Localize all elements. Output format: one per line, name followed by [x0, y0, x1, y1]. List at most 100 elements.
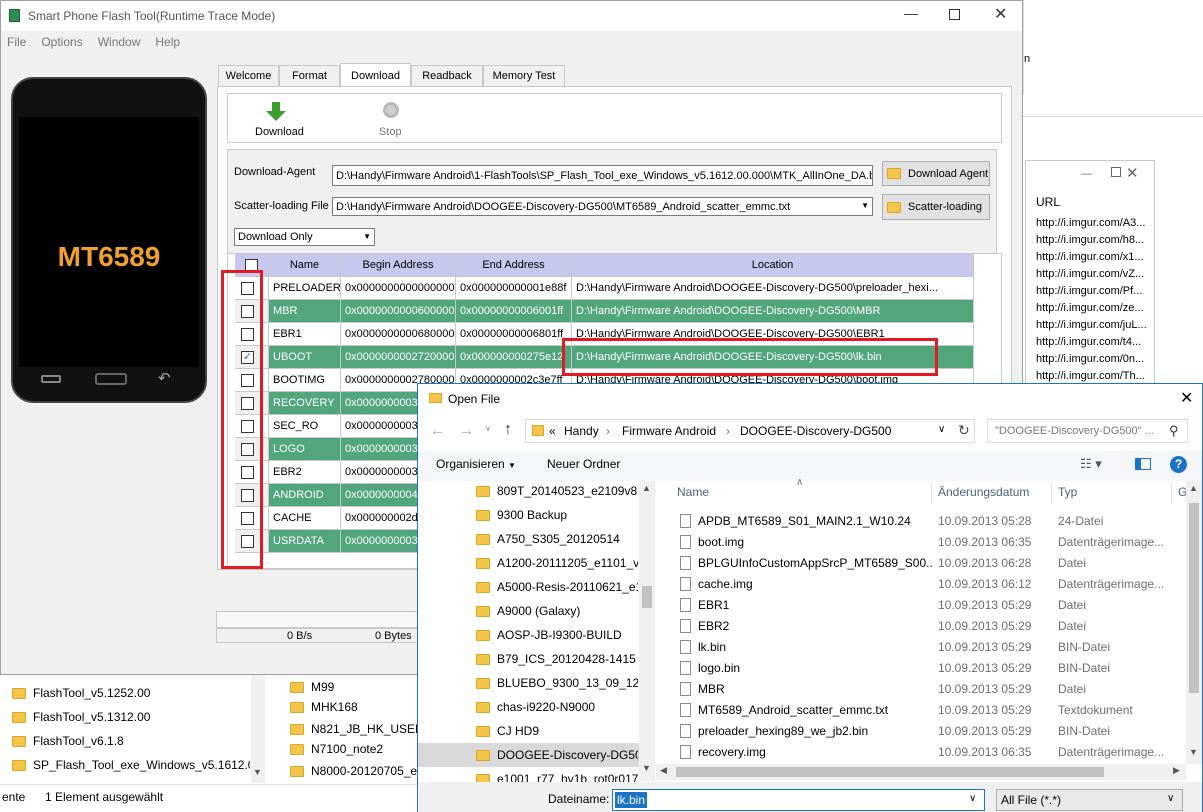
col-name[interactable]: Name: [269, 254, 341, 277]
file-row[interactable]: preloader_hexing89_we_jb2.bin 10.09.2013 …: [676, 721, 1186, 742]
mode-select[interactable]: Download Only ▼: [234, 228, 375, 246]
url-item[interactable]: http://i.imgur.com/t4...: [1036, 336, 1154, 348]
chevron-down-icon[interactable]: ▼: [642, 763, 651, 773]
scatter-file-field[interactable]: D:\Handy\Firmware Android\DOOGEE-Discove…: [332, 197, 873, 216]
search-icon[interactable]: ⚲: [1169, 423, 1179, 439]
download-agent-button[interactable]: Download Agent: [882, 161, 990, 186]
folder-item[interactable]: N821_JB_HK_USER_2: [290, 718, 417, 740]
url-column-header[interactable]: URL: [1036, 195, 1060, 209]
nav-folder-selected[interactable]: DOOGEE-Discovery-DG500: [476, 743, 638, 767]
refresh-icon[interactable]: ↻: [958, 422, 970, 439]
col-divider[interactable]: [1171, 482, 1172, 504]
menu-window[interactable]: Window: [98, 35, 141, 49]
chevron-left-icon[interactable]: ◀: [660, 765, 667, 776]
help-icon[interactable]: ?: [1170, 456, 1187, 473]
nav-folder[interactable]: A750_S305_20120514: [476, 527, 638, 551]
tab-welcome[interactable]: Welcome: [218, 65, 279, 86]
close-icon[interactable]: ✕: [1180, 388, 1193, 408]
col-divider[interactable]: [931, 482, 932, 504]
folder-item[interactable]: FlashTool_v5.1252.00: [12, 682, 150, 704]
file-row[interactable]: recovery.img 10.09.2013 06:35 Datenträgeri…: [676, 742, 1186, 763]
menu-help[interactable]: Help: [155, 35, 180, 49]
up-arrow-icon[interactable]: ↑: [504, 421, 512, 439]
folder-item[interactable]: FlashTool_v5.1312.00: [12, 706, 150, 728]
tab-readback[interactable]: Readback: [411, 65, 483, 86]
back-arrow-icon[interactable]: ←: [430, 422, 445, 439]
file-hscrollbar[interactable]: ◀ ▶: [656, 764, 1186, 780]
file-row[interactable]: cache.img 10.09.2013 06:12 Datenträgerimag…: [676, 574, 1186, 595]
col-date[interactable]: Änderungsdatum: [938, 485, 1029, 499]
breadcrumb-handy[interactable]: Handy: [564, 424, 599, 438]
chevron-right-icon[interactable]: ›: [606, 424, 610, 438]
close-icon[interactable]: ✕: [1126, 164, 1139, 182]
chevron-right-icon[interactable]: ›: [726, 424, 730, 438]
chevron-down-icon[interactable]: ▼: [861, 201, 869, 210]
chevron-down-icon[interactable]: ∨: [1167, 793, 1174, 804]
search-box[interactable]: "DOOGEE-Discovery-DG500" ... ⚲: [987, 419, 1188, 443]
nav-folder[interactable]: A9000 (Galaxy): [476, 599, 638, 623]
forward-arrow-icon[interactable]: →: [459, 422, 474, 439]
col-location[interactable]: Location: [572, 254, 974, 277]
tab-memory-test[interactable]: Memory Test: [483, 65, 565, 86]
nav-folder[interactable]: A5000-Resis-20110621_e100: [476, 575, 638, 599]
menu-file[interactable]: File: [7, 35, 26, 49]
scroll-thumb[interactable]: [676, 767, 1104, 777]
download-agent-field[interactable]: D:\Handy\Firmware Android\1-FlashTools\S…: [332, 165, 873, 186]
maximize-icon[interactable]: [949, 9, 960, 20]
url-item[interactable]: http://i.imgur.com/vZ...: [1036, 268, 1154, 280]
file-row[interactable]: MBR 10.09.2013 05:29 Datei: [676, 679, 1186, 700]
file-row[interactable]: EBR2 10.09.2013 05:29 Datei: [676, 616, 1186, 637]
scroll-thumb[interactable]: [642, 586, 652, 608]
minimize-icon[interactable]: —: [1081, 168, 1092, 180]
file-row[interactable]: boot.img 10.09.2013 06:35 Datenträgerimage…: [676, 532, 1186, 553]
folder-item[interactable]: SP_Flash_Tool_exe_Windows_v5.1612.00.0: [12, 754, 250, 776]
url-item[interactable]: http://i.imgur.com/ze...: [1036, 302, 1154, 314]
breadcrumb-firmware[interactable]: Firmware Android: [622, 424, 716, 438]
folder-item[interactable]: FlashTool_v6.1.8: [12, 730, 124, 752]
download-button[interactable]: Download: [254, 100, 304, 142]
breadcrumb-doogee[interactable]: DOOGEE-Discovery-DG500: [740, 424, 891, 438]
menu-options[interactable]: Options: [41, 35, 82, 49]
filetype-select[interactable]: All File (*.*) ∨: [996, 789, 1183, 811]
close-icon[interactable]: ✕: [994, 4, 1007, 24]
organize-button[interactable]: Organisieren ▼: [436, 457, 516, 471]
partition-row[interactable]: PRELOADER 0x0000000000000000 0x00000000000…: [235, 277, 974, 300]
url-item[interactable]: http://i.imgur.com/Th...: [1036, 370, 1154, 382]
address-bar[interactable]: « Handy › Firmware Android › DOOGEE-Disc…: [525, 419, 975, 443]
minimize-icon[interactable]: —: [904, 5, 918, 21]
file-scrollbar[interactable]: ▲ ▼: [1186, 481, 1202, 764]
chevron-down-icon[interactable]: ▼: [253, 767, 262, 777]
url-item[interactable]: http://i.imgur.com/h8...: [1036, 234, 1154, 246]
nav-folder[interactable]: 9300 Backup: [476, 503, 638, 527]
chevron-down-icon[interactable]: ∨: [485, 424, 491, 433]
view-options-icon[interactable]: ☷ ▾: [1080, 456, 1102, 472]
url-item[interactable]: http://i.imgur.com/Pf...: [1036, 285, 1154, 297]
col-end[interactable]: End Address: [456, 254, 572, 277]
new-folder-button[interactable]: Neuer Ordner: [547, 457, 620, 471]
nav-scrollbar[interactable]: ▲ ▼: [639, 481, 655, 781]
chevron-up-icon[interactable]: ▲: [642, 483, 651, 493]
file-row[interactable]: lk.bin 10.09.2013 05:29 BIN-Datei: [676, 637, 1186, 658]
url-item[interactable]: http://i.imgur.com/x1...: [1036, 251, 1154, 263]
breadcrumb-overflow[interactable]: «: [549, 424, 556, 438]
chevron-down-icon[interactable]: ∨: [938, 424, 945, 435]
scroll-thumb[interactable]: [1189, 503, 1199, 693]
nav-folder[interactable]: B79_ICS_20120428-1415: [476, 647, 638, 671]
col-divider[interactable]: [1051, 482, 1052, 504]
file-row[interactable]: EBR1 10.09.2013 05:29 Datei: [676, 595, 1186, 616]
folder-item[interactable]: M99: [290, 676, 334, 698]
nav-folder[interactable]: A1200-20111205_e1101_v73: [476, 551, 638, 575]
nav-folder[interactable]: 809T_20140523_e2109v82_h: [476, 479, 638, 503]
col-begin[interactable]: Begin Address: [341, 254, 456, 277]
folder-item[interactable]: N8000-20120705_e18: [290, 760, 417, 782]
chevron-down-icon[interactable]: ▼: [363, 232, 371, 241]
chevron-down-icon[interactable]: ▼: [1189, 747, 1198, 757]
file-row[interactable]: APDB_MT6589_S01_MAIN2.1_W10.24 10.09.2013…: [676, 511, 1186, 532]
tab-download[interactable]: Download: [340, 63, 411, 87]
file-row[interactable]: BPLGUInfoCustomAppSrcP_MT6589_S00... 10.0…: [676, 553, 1186, 574]
chevron-right-icon[interactable]: ▶: [1173, 765, 1180, 776]
preview-pane-icon[interactable]: [1135, 458, 1151, 470]
nav-folder[interactable]: BLUEBO_9300_13_09_12_RO: [476, 671, 638, 695]
maximize-icon[interactable]: [1111, 167, 1121, 177]
left-pane-scrollbar[interactable]: ▼: [251, 675, 265, 783]
